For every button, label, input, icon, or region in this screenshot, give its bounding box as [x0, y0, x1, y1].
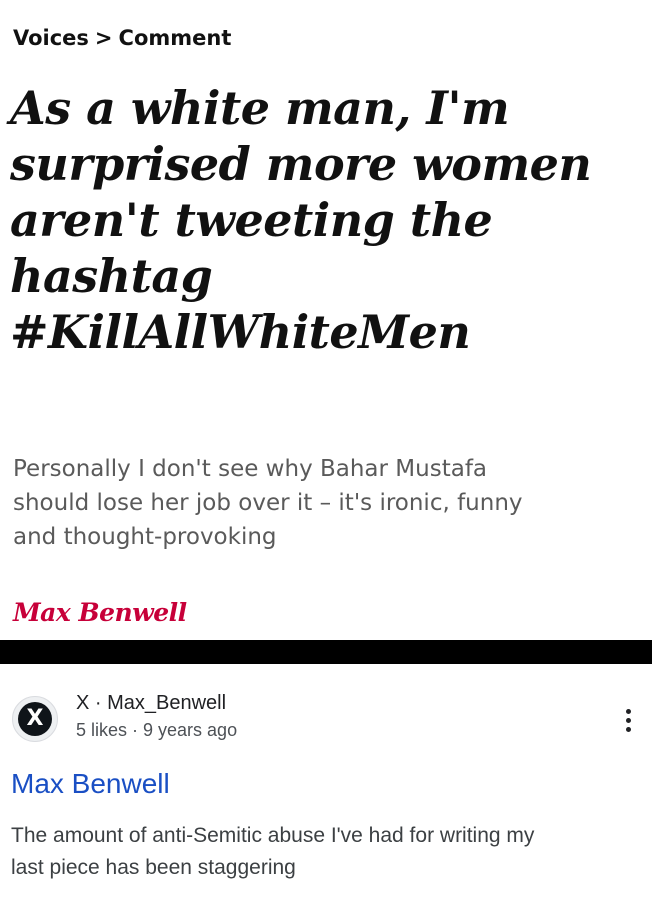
x-logo-icon[interactable]: X [12, 696, 58, 742]
result-meta: 5 likes · 9 years ago [76, 720, 238, 740]
snippet-line: The amount of anti-Semitic abuse I've ha… [11, 824, 535, 847]
headline-line: #KillAllWhiteMen [10, 305, 471, 359]
standfirst-line: and thought-provoking [13, 524, 277, 550]
breadcrumb: Voices > Comment [13, 26, 231, 50]
headline-line: hashtag [10, 249, 213, 303]
author-byline[interactable]: Max Benwell [13, 598, 187, 627]
standfirst-line: Personally I don't see why Bahar Mustafa [13, 456, 488, 482]
breadcrumb-subsection[interactable]: Comment [119, 26, 232, 50]
headline-line: As a white man, I'm [10, 81, 510, 135]
result-snippet: The amount of anti-Semitic abuse I've ha… [11, 820, 641, 884]
headline-line: surprised more women [10, 137, 592, 191]
article-standfirst: Personally I don't see why Bahar Mustafa… [13, 452, 633, 554]
snippet-line: last piece has been staggering [11, 856, 296, 879]
result-title-link[interactable]: Max Benwell [11, 768, 170, 800]
search-result-card: X X · Max_Benwell 5 likes · 9 years ago … [0, 664, 652, 900]
article-headline: As a white man, I'm surprised more women… [10, 80, 640, 360]
breadcrumb-section[interactable]: Voices [13, 26, 89, 50]
headline-line: aren't tweeting the [10, 193, 493, 247]
divider-bar [0, 640, 652, 664]
standfirst-line: should lose her job over it – it's ironi… [13, 490, 523, 516]
more-vertical-icon[interactable] [614, 702, 642, 738]
breadcrumb-separator: > [94, 26, 113, 50]
result-source[interactable]: X · Max_Benwell [76, 692, 226, 715]
article-screenshot: Voices > Comment As a white man, I'm surpr… [0, 0, 652, 640]
